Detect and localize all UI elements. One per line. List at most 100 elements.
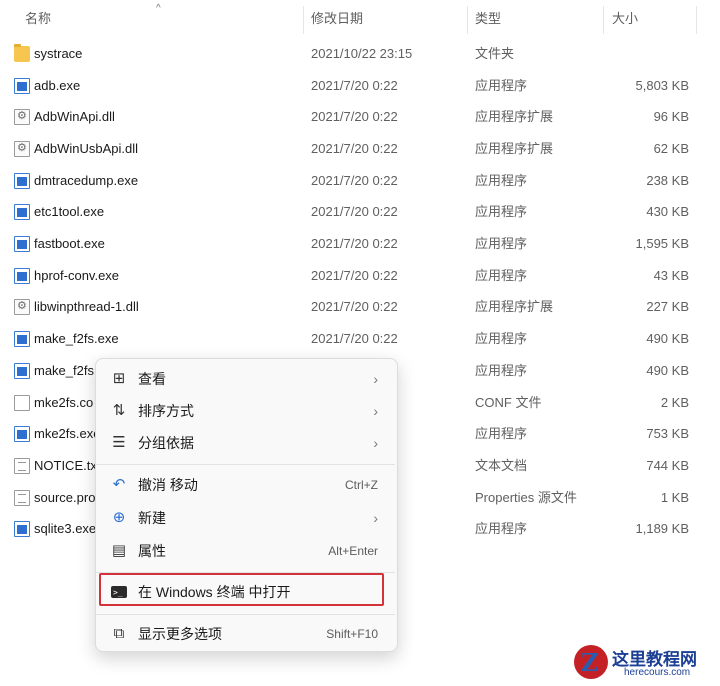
menu-item-label: 新建 [138, 510, 166, 526]
column-name-header[interactable]: 名称 [25, 0, 51, 38]
properties-icon: ▤ [111, 542, 127, 559]
dll-icon [14, 109, 30, 125]
file-name: NOTICE.tx [34, 458, 97, 473]
file-name: source.pro [34, 490, 96, 505]
dll-icon [14, 299, 30, 315]
highlight-box [99, 573, 384, 606]
file-row[interactable]: libwinpthread-1.dll 2021/7/20 0:22 应用程序扩展 2… [0, 291, 720, 322]
document-icon [14, 395, 30, 411]
menu-item-label: 分组依据 [138, 435, 194, 451]
file-name: fastboot.exe [34, 236, 105, 251]
text-file-icon [14, 490, 30, 506]
file-type: 应用程序扩展 [475, 109, 554, 124]
file-type: 文件夹 [475, 46, 515, 61]
shortcut-label: Alt+Enter [328, 544, 378, 558]
file-date: 2021/7/20 0:22 [311, 141, 398, 156]
exe-icon [14, 268, 30, 284]
file-type: 应用程序 [475, 78, 528, 93]
menu-divider [96, 464, 395, 465]
chevron-right-icon: › [373, 371, 378, 387]
file-size: 430 KB [646, 204, 689, 219]
shortcut-label: Ctrl+Z [345, 478, 378, 492]
menu-item-undo[interactable]: ↶ 撤消 移动 Ctrl+Z [100, 470, 392, 500]
sort-ascending-icon: ^ [156, 3, 161, 14]
file-name: make_f2fs [34, 363, 94, 378]
file-name: AdbWinUsbApi.dll [34, 141, 139, 156]
file-date: 2021/7/20 0:22 [311, 268, 398, 283]
file-type: 应用程序 [475, 521, 528, 536]
file-row[interactable]: fastboot.exe 2021/7/20 0:22 应用程序 1,595 KB [0, 228, 720, 259]
watermark-logo [574, 645, 608, 679]
add-circle-icon: ⊕ [112, 509, 126, 526]
menu-item-new[interactable]: ⊕ 新建 › [100, 503, 392, 533]
menu-item-sort[interactable]: ⇅ 排序方式 › [100, 396, 392, 426]
file-size: 753 KB [646, 426, 689, 441]
file-type: 应用程序 [475, 426, 528, 441]
menu-item-show-more[interactable]: ⧉ 显示更多选项 Shift+F10 [100, 619, 392, 649]
file-name: make_f2fs.exe [34, 331, 119, 346]
file-date: 2021/7/20 0:22 [311, 78, 398, 93]
file-size: 490 KB [646, 363, 689, 378]
undo-icon: ↶ [112, 476, 126, 493]
exe-icon [14, 78, 30, 94]
file-type: 应用程序 [475, 204, 528, 219]
file-name: hprof-conv.exe [34, 268, 120, 283]
file-row[interactable]: hprof-conv.exe 2021/7/20 0:22 应用程序 43 KB [0, 260, 720, 291]
file-name: adb.exe [34, 78, 81, 93]
file-type: Properties 源文件 [475, 490, 577, 505]
file-size: 96 KB [653, 109, 689, 124]
column-divider[interactable] [696, 6, 697, 34]
column-size-header[interactable]: 大小 [612, 0, 638, 38]
chevron-right-icon: › [373, 403, 378, 419]
file-row[interactable]: systrace 2021/10/22 23:15 文件夹 [0, 38, 720, 69]
column-divider[interactable] [603, 6, 604, 34]
column-divider[interactable] [467, 6, 468, 34]
file-row[interactable]: AdbWinApi.dll 2021/7/20 0:22 应用程序扩展 96 KB [0, 101, 720, 132]
file-size: 1,595 KB [635, 236, 690, 251]
file-size: 227 KB [646, 299, 689, 314]
file-row[interactable]: etc1tool.exe 2021/7/20 0:22 应用程序 430 KB [0, 196, 720, 227]
column-divider[interactable] [303, 6, 304, 34]
menu-item-view[interactable]: ⊞ 查看 › [100, 364, 392, 394]
file-type: 应用程序扩展 [475, 299, 554, 314]
file-date: 2021/10/22 23:15 [311, 46, 413, 61]
file-name: systrace [34, 46, 83, 61]
menu-item-properties[interactable]: ▤ 属性 Alt+Enter [100, 536, 392, 566]
exe-icon [14, 363, 30, 379]
file-row[interactable]: AdbWinUsbApi.dll 2021/7/20 0:22 应用程序扩展 62 K… [0, 133, 720, 164]
file-type: 应用程序 [475, 363, 528, 378]
exe-icon [14, 426, 30, 442]
menu-item-group[interactable]: ☰ 分组依据 › [100, 428, 392, 458]
file-size: 1,189 KB [635, 521, 690, 536]
file-name: dmtracedump.exe [34, 173, 139, 188]
column-header: 名称 ^ 修改日期 类型 大小 [0, 0, 720, 38]
file-size: 43 KB [653, 268, 689, 283]
file-type: 应用程序 [475, 331, 528, 346]
shortcut-label: Shift+F10 [326, 627, 378, 641]
file-type: 应用程序 [475, 173, 528, 188]
menu-item-label: 属性 [138, 543, 166, 559]
group-by-icon: ☰ [112, 434, 126, 451]
column-date-header[interactable]: 修改日期 [311, 0, 363, 38]
file-date: 2021/7/20 0:22 [311, 236, 398, 251]
file-type: CONF 文件 [475, 395, 542, 410]
dll-icon [14, 141, 30, 157]
text-file-icon [14, 458, 30, 474]
file-date: 2021/7/20 0:22 [311, 173, 398, 188]
file-row[interactable]: dmtracedump.exe 2021/7/20 0:22 应用程序 238 KB [0, 165, 720, 196]
menu-item-label: 显示更多选项 [138, 626, 222, 642]
column-type-header[interactable]: 类型 [475, 0, 501, 38]
watermark-url: herecours.com [624, 667, 691, 678]
file-type: 文本文档 [475, 458, 528, 473]
menu-item-label: 查看 [138, 371, 166, 387]
file-row[interactable]: adb.exe 2021/7/20 0:22 应用程序 5,803 KB [0, 70, 720, 101]
file-type: 应用程序 [475, 268, 528, 283]
file-type: 应用程序 [475, 236, 528, 251]
file-row[interactable]: make_f2fs.exe 2021/7/20 0:22 应用程序 490 KB [0, 323, 720, 354]
exe-icon [14, 236, 30, 252]
watermark: 这里教程网 herecours.com [572, 643, 718, 685]
menu-divider [96, 614, 395, 615]
file-size: 238 KB [646, 173, 689, 188]
file-size: 744 KB [646, 458, 689, 473]
file-size: 490 KB [646, 331, 689, 346]
